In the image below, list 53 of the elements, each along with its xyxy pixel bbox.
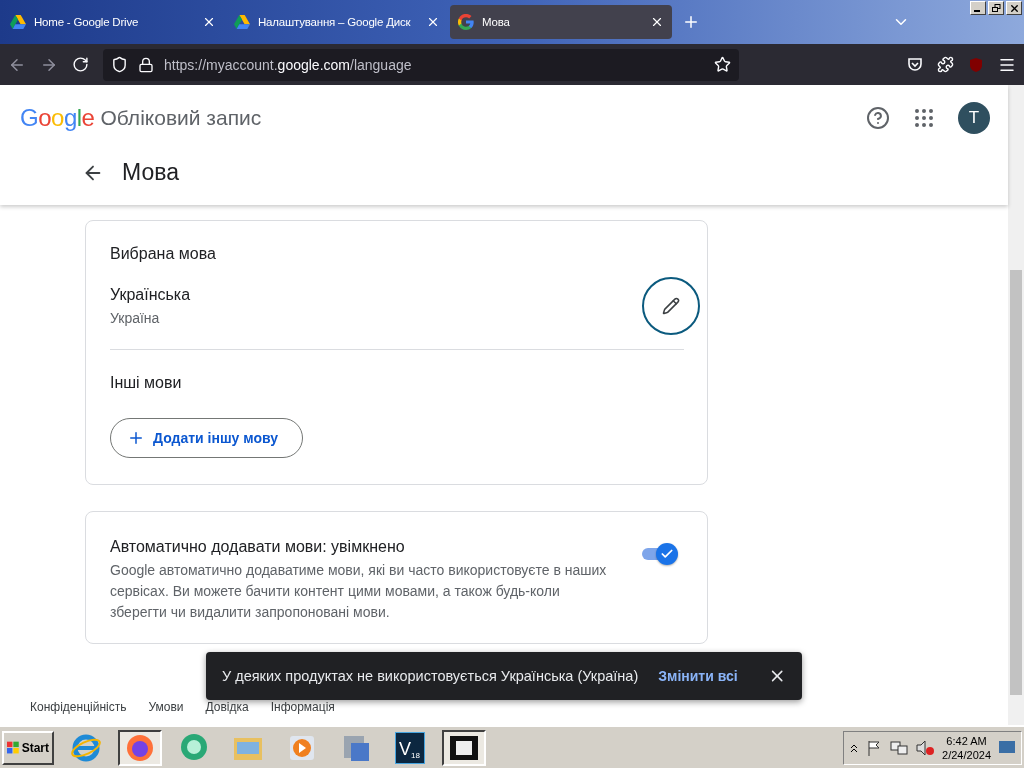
minimize-button[interactable] xyxy=(970,1,986,15)
pencil-icon xyxy=(662,297,680,315)
reload-icon[interactable] xyxy=(72,56,89,73)
browser-tab[interactable]: Мова xyxy=(450,5,672,39)
google-logo[interactable]: Google xyxy=(20,103,95,132)
edit-button[interactable] xyxy=(642,277,700,335)
setting-description: Google автоматично додаватиме мови, які ви часто використовуєте в наших сервісах. Ви можете бачити контент цими мовами, а також будь-коли зберегти чи видалити запропоновані мови. xyxy=(110,561,608,622)
restore-icon xyxy=(991,4,1001,12)
footer-link[interactable]: Інформація xyxy=(270,700,335,714)
add-language-button[interactable]: Додати іншу мову xyxy=(110,418,303,458)
clock[interactable]: 6:42 AM 2/24/2024 xyxy=(942,733,991,762)
desktop-icon[interactable] xyxy=(999,740,1015,755)
avatar[interactable]: T xyxy=(958,101,990,134)
lock-icon[interactable] xyxy=(138,56,154,73)
close-icon xyxy=(1008,2,1020,14)
close-icon[interactable] xyxy=(426,15,440,29)
start-button[interactable]: Start xyxy=(2,730,54,765)
close-icon[interactable] xyxy=(650,15,664,29)
plus-icon xyxy=(127,429,145,447)
windows-logo-icon xyxy=(7,740,20,755)
toggle-switch[interactable] xyxy=(640,542,675,564)
shield-icon[interactable] xyxy=(111,56,128,73)
page-title: Мова xyxy=(122,159,179,186)
footer-link[interactable]: Умови xyxy=(148,700,184,714)
product-name: Обліковий запис xyxy=(100,105,263,130)
new-tab-icon[interactable] xyxy=(682,13,700,31)
close-icon[interactable] xyxy=(202,15,216,29)
section-heading: Інші мови xyxy=(110,374,183,392)
language-name: Українська xyxy=(110,286,191,304)
address-bar[interactable]: https://myaccount.google.com/language xyxy=(103,48,739,81)
setting-title: Автоматично додавати мови: увімкнено xyxy=(110,538,406,556)
google-icon xyxy=(458,14,474,30)
help-icon[interactable] xyxy=(866,105,890,130)
chevron-up-icon[interactable] xyxy=(850,742,859,753)
browser-tab[interactable]: Налаштування – Google Диск xyxy=(226,5,448,39)
footer-link[interactable]: Довідка xyxy=(205,700,249,714)
muted-speaker-icon[interactable] xyxy=(916,739,935,756)
section-heading: Вибрана мова xyxy=(110,245,217,263)
check-icon xyxy=(660,547,674,561)
footer-link[interactable]: Конфіденційність xyxy=(30,700,127,714)
pocket-icon[interactable] xyxy=(907,56,923,73)
browser-tab[interactable]: Home - Google Drive xyxy=(2,5,224,39)
drive-icon xyxy=(234,15,250,29)
language-region: Україна xyxy=(110,310,161,326)
restore-button[interactable] xyxy=(988,1,1004,15)
network-icon[interactable] xyxy=(890,739,909,756)
change-all-button[interactable]: Змінити всі xyxy=(652,667,744,685)
close-button[interactable] xyxy=(1006,1,1022,15)
snackbar-message: У деяких продуктах не використовується Українська (Україна) xyxy=(222,668,639,684)
extensions-icon[interactable] xyxy=(937,56,954,73)
drive-icon xyxy=(10,15,26,29)
firefox-icon[interactable] xyxy=(118,729,162,766)
bookmark-star-icon[interactable] xyxy=(714,56,731,73)
